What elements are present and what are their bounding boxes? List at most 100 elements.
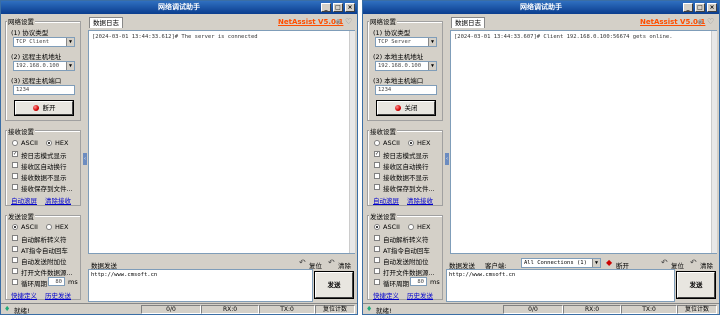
reset-arrow-icon[interactable]: ↶: [299, 258, 306, 267]
recv-log-mode-checkbox[interactable]: ✓: [12, 151, 18, 157]
recv-hex-label: HEX: [417, 139, 431, 147]
collapse-panel-handle[interactable]: ‹: [445, 153, 449, 165]
recv-log-mode-checkbox[interactable]: ✓: [374, 151, 380, 157]
send-escape-checkbox[interactable]: [374, 235, 380, 241]
send-button[interactable]: 发送: [676, 271, 716, 299]
loop-period-input[interactable]: 80: [48, 277, 65, 286]
send-loop-label: 循环周期: [383, 280, 409, 288]
send-button[interactable]: 发送: [314, 271, 354, 299]
send-loop-checkbox[interactable]: [12, 279, 18, 285]
led-icon: [394, 105, 401, 111]
clear-receive-link[interactable]: 清除接收: [407, 195, 433, 205]
send-hex-radio[interactable]: [408, 224, 414, 230]
port-label: (3) 本地主机端口: [373, 77, 424, 85]
clear-label[interactable]: 清除: [338, 260, 351, 270]
recv-save-file-checkbox[interactable]: [12, 184, 18, 190]
send-loop-checkbox[interactable]: [374, 279, 380, 285]
maximize-button[interactable]: □: [695, 3, 705, 12]
status-bar: ♦ 就绪! 0/0 RX:0 TX:0 复位计数: [363, 303, 719, 314]
chevron-down-icon: ▼: [66, 38, 74, 46]
minimize-button[interactable]: _: [683, 3, 693, 12]
send-hex-label: HEX: [417, 223, 431, 231]
clear-receive-link[interactable]: 清除接收: [45, 195, 71, 205]
close-button[interactable]: ×: [707, 3, 717, 12]
maximize-button[interactable]: □: [333, 3, 343, 12]
send-escape-checkbox[interactable]: [12, 235, 18, 241]
heart-icon[interactable]: ♡: [707, 17, 714, 26]
send-append-label: 自动发送附加位: [21, 258, 67, 266]
window-title: 网络调试助手: [520, 3, 562, 11]
send-ascii-radio[interactable]: [374, 224, 380, 230]
recv-hex-radio[interactable]: [46, 140, 52, 146]
send-at-cr-label: AT指令自动回车: [21, 247, 68, 255]
clear-arrow-icon[interactable]: ↶: [690, 258, 697, 267]
brand-link[interactable]: NetAssist V5.0.1: [278, 18, 343, 26]
send-append-checkbox[interactable]: [374, 257, 380, 263]
netassist-client-window: 网络调试助手 _ □ × 网络设置 (1) 协议类型 TCP Client ▼ (…: [0, 0, 358, 315]
reset-arrow-icon[interactable]: ↶: [661, 258, 668, 267]
shortcut-define-link[interactable]: 快捷定义: [11, 290, 37, 300]
recv-hide-checkbox[interactable]: [12, 173, 18, 179]
brand-link[interactable]: NetAssist V5.0.1: [640, 18, 705, 26]
close-server-button[interactable]: 关闭: [376, 100, 436, 116]
status-tx-count: TX:0: [259, 305, 315, 314]
clear-arrow-icon[interactable]: ↶: [328, 258, 335, 267]
recv-hide-checkbox[interactable]: [374, 173, 380, 179]
port-input[interactable]: 1234: [375, 85, 437, 95]
tab-data-log[interactable]: 数据日志: [89, 17, 123, 28]
status-rx-bytes: 0/0: [503, 305, 563, 314]
recv-wrap-checkbox[interactable]: [12, 162, 18, 168]
close-button[interactable]: ×: [345, 3, 355, 12]
disconnect-icon[interactable]: ◆: [606, 258, 612, 267]
protocol-select[interactable]: TCP Server ▼: [375, 37, 437, 47]
clear-label[interactable]: 清除: [700, 260, 713, 270]
send-escape-label: 自动解析转义符: [383, 236, 429, 244]
heart-icon[interactable]: ♡: [345, 17, 352, 26]
port-label: (3) 远程主机端口: [11, 77, 62, 85]
send-history-link[interactable]: 历史发送: [45, 290, 71, 300]
host-label: (2) 本地主机地址: [373, 53, 424, 61]
host-input[interactable]: 192.168.0.100 ▼: [13, 61, 75, 71]
autoscroll-link[interactable]: 自动滚屏: [11, 195, 37, 205]
log-scrollbar[interactable]: [349, 31, 355, 253]
send-ascii-radio[interactable]: [12, 224, 18, 230]
send-input[interactable]: http://www.cmsoft.cn: [446, 269, 675, 302]
recv-save-file-checkbox[interactable]: [374, 184, 380, 190]
disconnect-button[interactable]: 断开: [14, 100, 74, 116]
send-file-source-checkbox[interactable]: [12, 268, 18, 274]
loop-period-unit: ms: [68, 278, 78, 286]
host-input[interactable]: 192.168.0.100 ▼: [375, 61, 437, 71]
shortcut-define-link[interactable]: 快捷定义: [373, 290, 399, 300]
log-scrollbar[interactable]: [711, 31, 717, 253]
recv-ascii-radio[interactable]: [374, 140, 380, 146]
recv-hex-label: HEX: [55, 139, 69, 147]
settings-icon[interactable]: ◈: [697, 17, 703, 26]
recv-hex-radio[interactable]: [408, 140, 414, 146]
reset-count-button[interactable]: 复位计数: [677, 305, 717, 314]
recv-ascii-radio[interactable]: [12, 140, 18, 146]
recv-wrap-label: 接收区自动换行: [383, 163, 429, 171]
log-line: [2024-03-01 13:44:33.607]# Client 192.16…: [454, 34, 673, 40]
host-label: (2) 远程主机地址: [11, 53, 62, 61]
send-history-link[interactable]: 历史发送: [407, 290, 433, 300]
send-input[interactable]: http://www.cmsoft.cn: [88, 269, 313, 302]
send-at-cr-checkbox[interactable]: [374, 246, 380, 252]
collapse-panel-handle[interactable]: ‹: [83, 153, 87, 165]
minimize-button[interactable]: _: [321, 3, 331, 12]
port-input[interactable]: 1234: [13, 85, 75, 95]
recv-wrap-checkbox[interactable]: [374, 162, 380, 168]
info-icon: ♦: [366, 305, 373, 313]
loop-period-input[interactable]: 80: [410, 277, 427, 286]
autoscroll-link[interactable]: 自动滚屏: [373, 195, 399, 205]
client-select[interactable]: All Connections (1) ▼: [521, 258, 601, 268]
protocol-select[interactable]: TCP Client ▼: [13, 37, 75, 47]
reset-count-button[interactable]: 复位计数: [315, 305, 355, 314]
tab-data-log[interactable]: 数据日志: [451, 17, 485, 28]
send-file-source-checkbox[interactable]: [374, 268, 380, 274]
log-area[interactable]: [2024-03-01 13:44:33.612]# The server is…: [88, 30, 355, 254]
send-append-checkbox[interactable]: [12, 257, 18, 263]
send-at-cr-checkbox[interactable]: [12, 246, 18, 252]
settings-icon[interactable]: ◈: [335, 17, 341, 26]
send-hex-radio[interactable]: [46, 224, 52, 230]
log-area[interactable]: [2024-03-01 13:44:33.607]# Client 192.16…: [450, 30, 717, 254]
